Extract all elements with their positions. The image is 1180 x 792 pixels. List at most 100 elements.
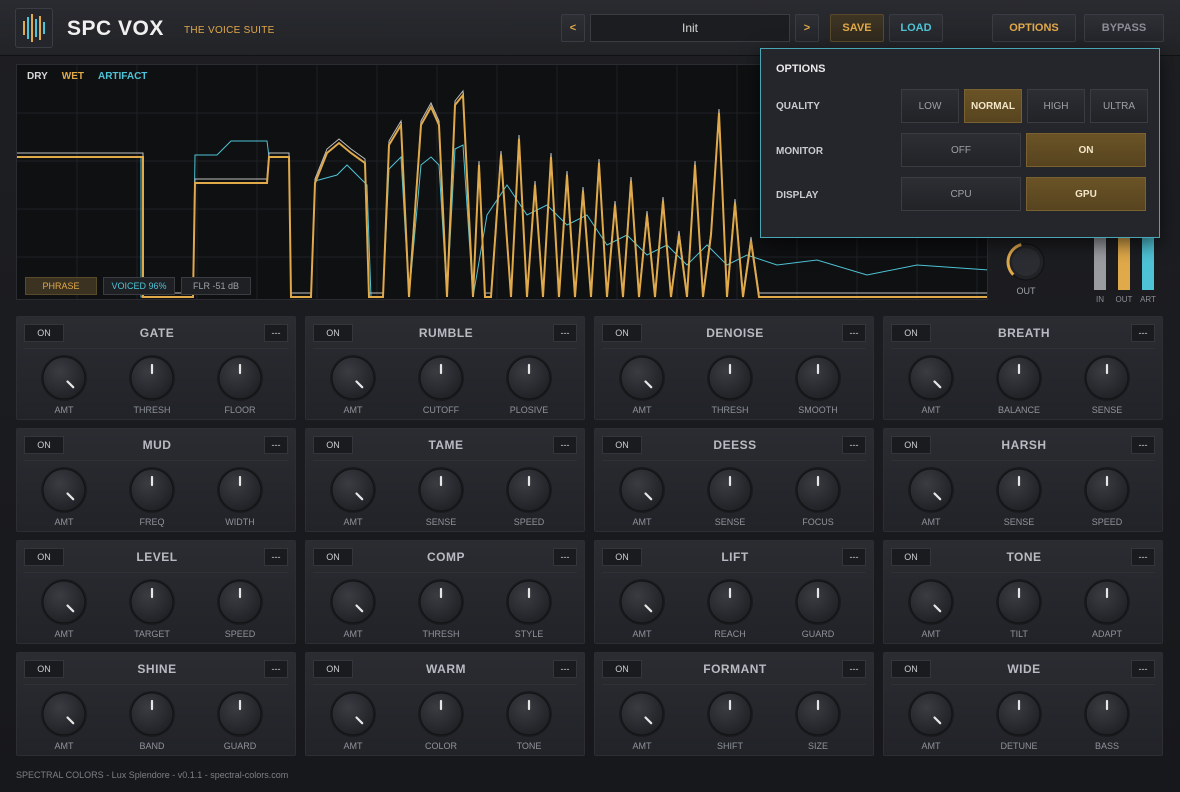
knob-amt[interactable] xyxy=(328,577,378,627)
knob-amt[interactable] xyxy=(617,465,667,515)
knob-label: AMT xyxy=(343,629,363,639)
module-menu-button[interactable]: --- xyxy=(1131,660,1155,678)
module-menu-button[interactable]: --- xyxy=(553,324,577,342)
module-divider xyxy=(24,572,288,573)
knob-size[interactable] xyxy=(793,689,843,739)
legend-dry[interactable]: DRY xyxy=(27,71,48,82)
module-formant: ON FORMANT --- AMT SHIFT SIZE xyxy=(594,652,874,756)
module-title: TAME xyxy=(428,438,464,452)
quality-normal-button[interactable]: NORMAL xyxy=(964,89,1022,123)
knob-width[interactable] xyxy=(215,465,265,515)
knob-guard[interactable] xyxy=(793,577,843,627)
knob-bass[interactable] xyxy=(1082,689,1132,739)
knob-adapt[interactable] xyxy=(1082,577,1132,627)
module-menu-button[interactable]: --- xyxy=(842,436,866,454)
knob-thresh[interactable] xyxy=(416,577,466,627)
module-menu-button[interactable]: --- xyxy=(553,548,577,566)
knob-amt[interactable] xyxy=(328,465,378,515)
knob-amt[interactable] xyxy=(906,577,956,627)
quality-high-button[interactable]: HIGH xyxy=(1027,89,1085,123)
module-menu-button[interactable]: --- xyxy=(264,548,288,566)
preset-name-display[interactable]: Init xyxy=(590,14,790,42)
module-level: ON LEVEL --- AMT TARGET SPEED xyxy=(16,540,296,644)
module-menu-button[interactable]: --- xyxy=(264,324,288,342)
monitor-off-button[interactable]: OFF xyxy=(901,133,1021,167)
knob-focus[interactable] xyxy=(793,465,843,515)
save-button[interactable]: SAVE xyxy=(830,14,884,42)
module-comp: ON COMP --- AMT THRESH STYLE xyxy=(305,540,585,644)
knob-tilt[interactable] xyxy=(994,577,1044,627)
knob-sense[interactable] xyxy=(416,465,466,515)
knob-guard[interactable] xyxy=(215,689,265,739)
legend-wet[interactable]: WET xyxy=(62,71,84,82)
phrase-chip[interactable]: PHRASE xyxy=(25,277,97,295)
knob-amt[interactable] xyxy=(39,465,89,515)
module-title: TONE xyxy=(1006,550,1042,564)
knob-tone[interactable] xyxy=(504,689,554,739)
preset-prev-button[interactable]: < xyxy=(561,14,585,42)
knob-thresh[interactable] xyxy=(127,353,177,403)
module-menu-button[interactable]: --- xyxy=(842,548,866,566)
knob-label: SIZE xyxy=(807,741,828,751)
knob-shift[interactable] xyxy=(705,689,755,739)
knob-label: DETUNE xyxy=(1000,741,1038,751)
monitor-on-button[interactable]: ON xyxy=(1026,133,1146,167)
knob-amt[interactable] xyxy=(328,353,378,403)
knob-amt[interactable] xyxy=(906,689,956,739)
module-menu-button[interactable]: --- xyxy=(1131,324,1155,342)
knob-floor[interactable] xyxy=(215,353,265,403)
module-menu-button[interactable]: --- xyxy=(553,436,577,454)
knob-freq[interactable] xyxy=(127,465,177,515)
knob-amt[interactable] xyxy=(906,465,956,515)
knob-speed[interactable] xyxy=(504,465,554,515)
knob-balance[interactable] xyxy=(994,353,1044,403)
knob-reach[interactable] xyxy=(705,577,755,627)
module-title: BREATH xyxy=(997,326,1051,340)
knob-plosive[interactable] xyxy=(504,353,554,403)
module-menu-button[interactable]: --- xyxy=(553,660,577,678)
knob-sense[interactable] xyxy=(1082,353,1132,403)
footer-credits: SPECTRAL COLORS - Lux Splendore - v0.1.1… xyxy=(16,770,289,780)
module-shine: ON SHINE --- AMT BAND GUARD xyxy=(16,652,296,756)
display-gpu-button[interactable]: GPU xyxy=(1026,177,1146,211)
knob-amt[interactable] xyxy=(39,577,89,627)
knob-detune[interactable] xyxy=(994,689,1044,739)
quality-ultra-button[interactable]: ULTRA xyxy=(1090,89,1148,123)
legend-artifact[interactable]: ARTIFACT xyxy=(98,71,147,82)
module-menu-button[interactable]: --- xyxy=(842,324,866,342)
knob-target[interactable] xyxy=(127,577,177,627)
knob-amt[interactable] xyxy=(906,353,956,403)
input-meter xyxy=(1094,238,1106,290)
display-label: DISPLAY xyxy=(776,190,819,201)
module-menu-button[interactable]: --- xyxy=(1131,436,1155,454)
bypass-button[interactable]: BYPASS xyxy=(1084,14,1164,42)
knob-label: GUARD xyxy=(801,629,835,639)
options-button[interactable]: OPTIONS xyxy=(992,14,1076,42)
quality-low-button[interactable]: LOW xyxy=(901,89,959,123)
knob-style[interactable] xyxy=(504,577,554,627)
knob-color[interactable] xyxy=(416,689,466,739)
display-cpu-button[interactable]: CPU xyxy=(901,177,1021,211)
knob-amt[interactable] xyxy=(617,689,667,739)
knob-band[interactable] xyxy=(127,689,177,739)
knob-smooth[interactable] xyxy=(793,353,843,403)
module-menu-button[interactable]: --- xyxy=(264,660,288,678)
preset-next-button[interactable]: > xyxy=(795,14,819,42)
load-button[interactable]: LOAD xyxy=(889,14,943,42)
module-menu-button[interactable]: --- xyxy=(264,436,288,454)
knob-amt[interactable] xyxy=(328,689,378,739)
knob-amt[interactable] xyxy=(617,353,667,403)
module-menu-button[interactable]: --- xyxy=(1131,548,1155,566)
knob-sense[interactable] xyxy=(705,465,755,515)
knob-cutoff[interactable] xyxy=(416,353,466,403)
knob-sense[interactable] xyxy=(994,465,1044,515)
output-knob[interactable] xyxy=(1005,241,1047,283)
module-divider xyxy=(891,684,1155,685)
knob-amt[interactable] xyxy=(617,577,667,627)
knob-speed[interactable] xyxy=(215,577,265,627)
knob-amt[interactable] xyxy=(39,689,89,739)
knob-amt[interactable] xyxy=(39,353,89,403)
module-menu-button[interactable]: --- xyxy=(842,660,866,678)
knob-speed[interactable] xyxy=(1082,465,1132,515)
knob-thresh[interactable] xyxy=(705,353,755,403)
